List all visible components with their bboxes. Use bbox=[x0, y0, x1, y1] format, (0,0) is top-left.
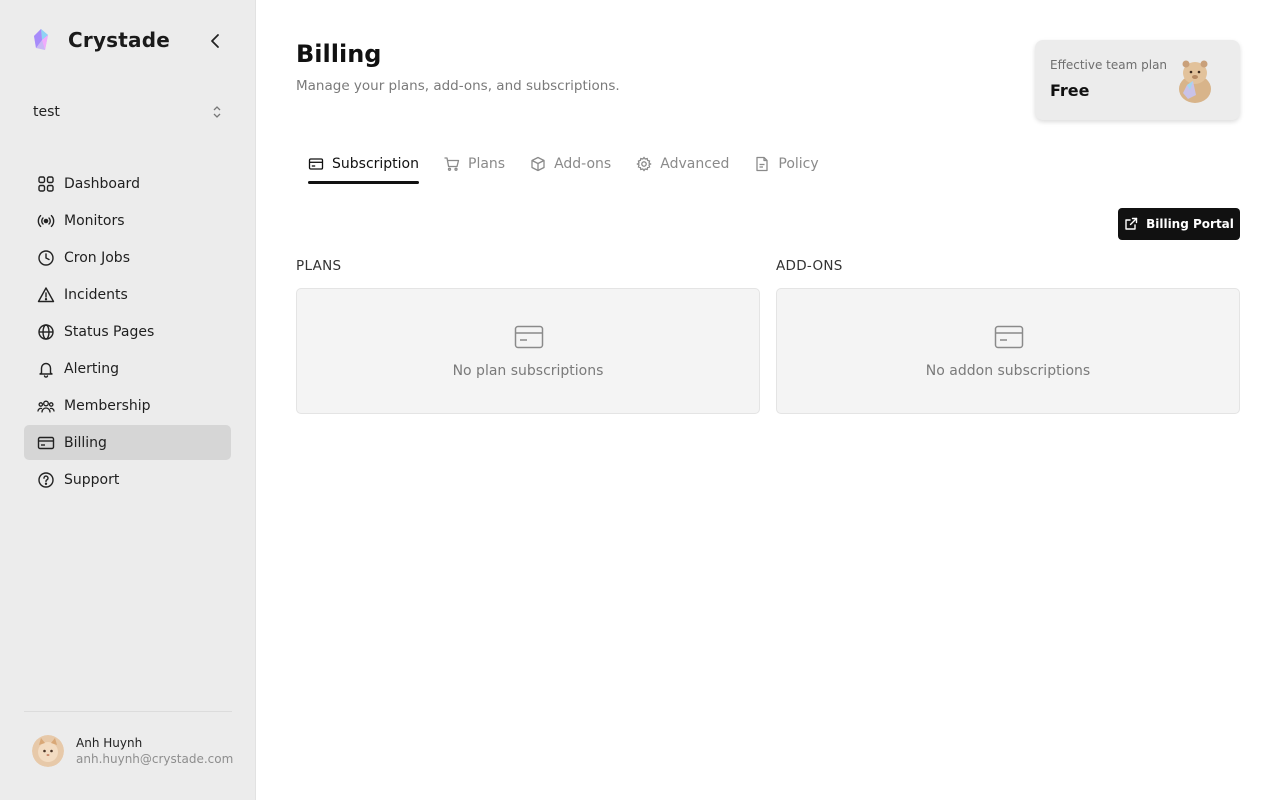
dashboard-icon bbox=[37, 175, 55, 193]
user-email: anh.huynh@crystade.com bbox=[76, 752, 234, 766]
tab-label: Add-ons bbox=[554, 156, 612, 172]
sidebar-item-billing[interactable]: Billing bbox=[24, 425, 231, 460]
brand[interactable]: Crystade bbox=[32, 28, 170, 52]
document-icon bbox=[754, 156, 770, 172]
page-subtitle: Manage your plans, add-ons, and subscrip… bbox=[296, 78, 620, 94]
bell-icon bbox=[37, 360, 55, 378]
sidebar-item-incidents[interactable]: Incidents bbox=[24, 277, 231, 312]
credit-card-icon bbox=[308, 156, 324, 172]
sidebar-item-dashboard[interactable]: Dashboard bbox=[24, 166, 231, 201]
sidebar-item-label: Cron Jobs bbox=[64, 249, 130, 266]
addons-empty-state: No addon subscriptions bbox=[776, 288, 1240, 414]
sidebar-item-status-pages[interactable]: Status Pages bbox=[24, 314, 231, 349]
sidebar-item-alerting[interactable]: Alerting bbox=[24, 351, 231, 386]
avatar bbox=[32, 735, 64, 767]
chevron-up-down-icon bbox=[213, 106, 221, 118]
sidebar-item-label: Alerting bbox=[64, 360, 119, 377]
tab-add-ons[interactable]: Add-ons bbox=[530, 150, 611, 184]
credit-card-icon bbox=[37, 434, 55, 452]
sidebar-item-label: Membership bbox=[64, 397, 151, 414]
tab-plans[interactable]: Plans bbox=[444, 150, 505, 184]
sidebar-nav: Dashboard Monitors Cron Jobs Incidents S… bbox=[24, 166, 231, 499]
credit-card-icon bbox=[514, 325, 544, 349]
effective-plan-value: Free bbox=[1050, 81, 1090, 100]
plan-mascot-icon bbox=[1171, 55, 1219, 105]
sidebar-item-label: Dashboard bbox=[64, 175, 140, 192]
effective-plan-card: Effective team plan Free bbox=[1035, 40, 1240, 120]
sidebar-item-label: Incidents bbox=[64, 286, 128, 303]
globe-icon bbox=[37, 323, 55, 341]
billing-portal-label: Billing Portal bbox=[1146, 217, 1234, 231]
billing-tabs: Subscription Plans Add-ons Advanced Poli… bbox=[308, 150, 844, 184]
tab-advanced[interactable]: Advanced bbox=[636, 150, 729, 184]
sidebar-item-support[interactable]: Support bbox=[24, 462, 231, 497]
sidebar: Crystade test Dashboard Monitors Cron Jo… bbox=[0, 0, 256, 800]
team-selector[interactable]: test bbox=[24, 96, 231, 128]
help-circle-icon bbox=[37, 471, 55, 489]
billing-portal-button[interactable]: Billing Portal bbox=[1118, 208, 1240, 240]
collapse-sidebar-button[interactable] bbox=[204, 30, 226, 52]
users-icon bbox=[37, 397, 55, 415]
box-icon bbox=[530, 156, 546, 172]
tab-label: Advanced bbox=[660, 156, 730, 172]
sidebar-item-monitors[interactable]: Monitors bbox=[24, 203, 231, 238]
credit-card-icon bbox=[994, 325, 1024, 349]
tab-policy[interactable]: Policy bbox=[754, 150, 819, 184]
effective-plan-label: Effective team plan bbox=[1050, 58, 1168, 72]
main-content: Billing Manage your plans, add-ons, and … bbox=[256, 0, 1280, 800]
sidebar-item-label: Billing bbox=[64, 434, 107, 451]
user-profile[interactable]: Anh Huynh anh.huynh@crystade.com bbox=[32, 735, 233, 767]
sidebar-item-membership[interactable]: Membership bbox=[24, 388, 231, 423]
sidebar-item-label: Status Pages bbox=[64, 323, 155, 340]
sidebar-item-cron-jobs[interactable]: Cron Jobs bbox=[24, 240, 231, 275]
cart-icon bbox=[444, 156, 460, 172]
tab-label: Subscription bbox=[332, 156, 419, 172]
tab-label: Plans bbox=[468, 156, 506, 172]
broadcast-icon bbox=[37, 212, 55, 230]
chevron-left-icon bbox=[211, 34, 219, 48]
tab-subscription[interactable]: Subscription bbox=[308, 150, 419, 184]
addons-heading: ADD-ONS bbox=[776, 258, 843, 274]
sidebar-item-label: Support bbox=[64, 471, 120, 488]
crystal-logo-icon bbox=[32, 28, 50, 52]
tab-label: Policy bbox=[778, 156, 819, 172]
addons-empty-text: No addon subscriptions bbox=[925, 363, 1091, 379]
page-title: Billing bbox=[296, 40, 382, 68]
clock-icon bbox=[37, 249, 55, 267]
gear-icon bbox=[636, 156, 652, 172]
plans-empty-text: No plan subscriptions bbox=[452, 363, 604, 379]
external-link-icon bbox=[1124, 217, 1138, 231]
plans-empty-state: No plan subscriptions bbox=[296, 288, 760, 414]
brand-name: Crystade bbox=[68, 28, 171, 52]
warning-icon bbox=[37, 286, 55, 304]
plans-heading: PLANS bbox=[296, 258, 342, 274]
sidebar-item-label: Monitors bbox=[64, 212, 125, 229]
team-name: test bbox=[33, 104, 60, 120]
user-name: Anh Huynh bbox=[76, 736, 143, 750]
sidebar-divider bbox=[24, 711, 232, 712]
